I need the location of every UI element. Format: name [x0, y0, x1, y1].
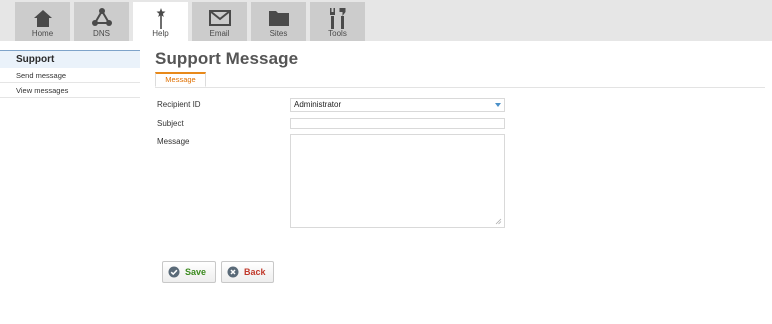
- recipient-select[interactable]: Administrator: [290, 98, 505, 112]
- tab-label: Help: [152, 29, 169, 38]
- sites-folder-icon: [268, 11, 289, 26]
- email-envelope-icon: [208, 10, 231, 26]
- back-button-label: Back: [244, 267, 266, 277]
- sidebar: Support Send message View messages: [0, 50, 140, 98]
- chevron-down-icon: [495, 103, 501, 107]
- tab-help[interactable]: Help: [133, 2, 188, 43]
- subject-input[interactable]: [290, 118, 505, 129]
- tab-label: DNS: [93, 29, 110, 38]
- tools-wrench-icon: [329, 8, 345, 29]
- home-icon: [33, 10, 52, 27]
- tab-label: Tools: [328, 29, 347, 38]
- recipient-label: Recipient ID: [157, 100, 201, 109]
- resize-grip-icon[interactable]: [495, 218, 502, 225]
- tab-message[interactable]: Message: [155, 72, 206, 87]
- check-circle-icon: [168, 266, 180, 278]
- subtab-bar: Message: [155, 72, 765, 88]
- close-circle-icon: [227, 266, 239, 278]
- subject-label: Subject: [157, 119, 184, 128]
- help-wand-icon: [156, 8, 165, 29]
- tab-home[interactable]: Home: [15, 2, 70, 41]
- save-button[interactable]: Save: [162, 261, 216, 283]
- tab-label: Sites: [269, 29, 288, 38]
- sidebar-heading[interactable]: Support: [0, 50, 140, 68]
- message-textarea[interactable]: [290, 134, 505, 228]
- message-label: Message: [157, 137, 190, 146]
- top-navigation: Home DNS Help Email Sites Tools: [0, 0, 772, 43]
- page-title: Support Message: [155, 49, 299, 68]
- recipient-select-value: Administrator: [294, 100, 342, 109]
- sidebar-item-send-message[interactable]: Send message: [0, 68, 140, 83]
- tab-email[interactable]: Email: [192, 2, 247, 41]
- sidebar-item-view-messages[interactable]: View messages: [0, 83, 140, 98]
- tab-label: Home: [31, 29, 54, 38]
- tab-label: Email: [209, 29, 230, 38]
- tab-dns[interactable]: DNS: [74, 2, 129, 41]
- dns-network-icon: [91, 8, 112, 26]
- save-button-label: Save: [185, 267, 207, 277]
- tab-tools[interactable]: Tools: [310, 2, 365, 41]
- back-button[interactable]: Back: [221, 261, 274, 283]
- tab-sites[interactable]: Sites: [251, 2, 306, 41]
